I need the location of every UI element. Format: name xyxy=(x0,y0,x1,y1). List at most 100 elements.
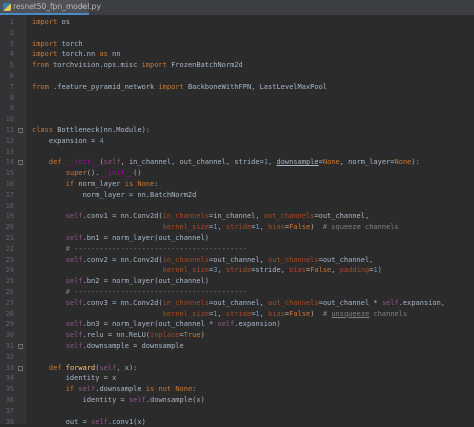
code-token: , in_channel, out_channel, stride= xyxy=(120,158,264,167)
code-token: None xyxy=(322,158,340,167)
code-token: # --------------------------------------… xyxy=(65,288,247,296)
line-number: 38 xyxy=(5,417,14,426)
line-number: 32 xyxy=(5,352,14,361)
code-token: self xyxy=(65,342,83,350)
code-line[interactable]: class Bottleneck(nn.Module): xyxy=(32,125,150,136)
code-line[interactable]: self.bn1 = norm_layer(out_channel) xyxy=(32,233,209,244)
code-line[interactable]: self.relu = nn.ReLU(inplace=True) xyxy=(32,330,205,341)
code-line[interactable]: if norm_layer is None: xyxy=(32,179,159,190)
code-token: .feature_pyramid_network xyxy=(48,82,159,91)
code-token: () xyxy=(133,169,142,178)
code-editor[interactable]: 1 2 3 4 5 6 7 8 9 10 11 12 13 14 15 16 17 18 19 20 21 22 23 24 2… xyxy=(0,15,474,427)
code-token: ) xyxy=(377,266,382,275)
fold-marker-icon[interactable] xyxy=(18,344,23,349)
code-line[interactable]: self.downsample = downsample xyxy=(32,341,184,352)
code-token: .expansion, xyxy=(398,298,446,307)
code-token: .downsample = downsample xyxy=(82,342,184,350)
code-line[interactable]: import torch.nn as nn xyxy=(32,49,121,60)
code-token: ) xyxy=(310,309,323,318)
code-token: __init__ xyxy=(99,169,134,178)
line-number-gutter: 1 2 3 4 5 6 7 8 9 10 11 12 13 14 15 16 17 18 19 20 21 22 23 24 2… xyxy=(0,15,26,426)
line-number: 35 xyxy=(5,385,14,394)
code-token: identity = x xyxy=(32,374,117,383)
code-token: : xyxy=(192,385,197,394)
editor-tab-bar: resnet50_fpn_model.py × xyxy=(0,0,474,16)
code-token: .bn2 = norm_layer(out_channel) xyxy=(82,277,210,286)
code-token: Bottleneck(nn.Module): xyxy=(53,126,151,134)
code-line[interactable]: kernel_size=1, stride=1, bias=False) # u… xyxy=(32,309,408,320)
code-line[interactable]: super().__init__() xyxy=(32,168,142,179)
code-line[interactable]: norm_layer = nn.BatchNorm2d xyxy=(32,190,197,201)
line-number: 11 xyxy=(5,126,14,134)
code-token: .conv3 = nn.Conv2d( xyxy=(82,298,163,307)
code-line[interactable]: from torchvision.ops.misc import FrozenB… xyxy=(32,60,243,71)
code-token: out_channels xyxy=(268,298,319,307)
line-number: 30 xyxy=(5,331,14,340)
line-number: 29 xyxy=(5,320,14,329)
code-token: , xyxy=(331,266,340,275)
code-line[interactable]: if self.downsample is not None: xyxy=(32,384,197,395)
code-token: stride xyxy=(225,309,252,318)
code-line[interactable]: self.conv1 = nn.Conv2d(in_channels=in_ch… xyxy=(32,211,369,222)
code-line[interactable]: kernel_size=3, stride=stride, bias=False… xyxy=(32,265,382,276)
line-number: 22 xyxy=(5,244,14,253)
line-number: 6 xyxy=(9,72,14,80)
code-token: self xyxy=(217,320,235,329)
code-line[interactable]: import torch xyxy=(32,39,83,50)
code-line[interactable]: from .feature_pyramid_network import Bac… xyxy=(32,82,327,93)
code-token: is not None xyxy=(145,385,193,394)
code-token: False xyxy=(289,309,311,318)
code-token: kernel_size xyxy=(162,223,210,232)
code-line[interactable]: # --------------------------------------… xyxy=(32,287,247,298)
close-icon[interactable]: × xyxy=(80,0,86,14)
code-token: , xyxy=(259,309,269,318)
code-area[interactable]: import os import torch import torch.nn as … xyxy=(26,15,474,427)
fold-marker-icon[interactable] xyxy=(18,128,23,133)
tab-resnet50-fpn-model[interactable]: resnet50_fpn_model.py × xyxy=(0,0,101,15)
line-number: 7 xyxy=(9,82,14,91)
code-line[interactable]: expansion = 4 xyxy=(32,136,104,147)
line-number: 14 xyxy=(5,158,14,167)
code-line[interactable]: import os xyxy=(32,17,70,28)
code-token: if xyxy=(65,180,75,188)
fold-marker-icon[interactable] xyxy=(18,160,23,166)
code-line[interactable]: identity = self.downsample(x) xyxy=(32,395,205,406)
code-token: self xyxy=(99,363,117,372)
code-token: if xyxy=(65,385,75,394)
line-number: 23 xyxy=(5,255,14,264)
code-token: ) xyxy=(200,331,205,340)
line-number: 5 xyxy=(9,61,14,70)
code-token: .downsample(x) xyxy=(145,396,205,404)
code-line[interactable]: self.conv2 = nn.Conv2d(in_channels=out_c… xyxy=(32,255,374,266)
code-token: nn xyxy=(107,50,121,59)
code-token: self xyxy=(65,212,83,221)
code-line[interactable]: # --------------------------------------… xyxy=(32,244,247,255)
fold-marker-icon[interactable] xyxy=(18,365,23,371)
code-line[interactable]: def forward(self, x): xyxy=(32,363,138,374)
code-token: self xyxy=(381,298,399,307)
code-token: # squeeze channels xyxy=(322,223,399,232)
code-token: None xyxy=(394,158,412,167)
code-token: forward xyxy=(65,363,96,372)
code-line[interactable]: self.bn3 = norm_layer(out_channel * self… xyxy=(32,319,281,330)
code-line[interactable]: kernel_size=1, stride=1, bias=False) # s… xyxy=(32,222,399,233)
code-token: FrozenBatchNorm2d xyxy=(166,61,243,70)
code-token: bias xyxy=(289,266,306,275)
code-line[interactable]: identity = x xyxy=(32,373,117,384)
code-token: import xyxy=(158,82,184,91)
code-token: : xyxy=(154,180,159,188)
code-token: bias xyxy=(268,223,285,232)
code-line[interactable]: self.bn2 = norm_layer(out_channel) xyxy=(32,276,209,287)
code-line[interactable]: def __init__(self, in_channel, out_chann… xyxy=(32,157,420,168)
code-line[interactable]: out = self.conv1(x) xyxy=(32,417,146,427)
line-number: 21 xyxy=(5,234,14,242)
code-token: ): xyxy=(411,158,420,167)
line-number: 15 xyxy=(5,169,14,178)
code-line[interactable]: self.conv3 = nn.Conv2d(in_channels=out_c… xyxy=(32,298,445,309)
